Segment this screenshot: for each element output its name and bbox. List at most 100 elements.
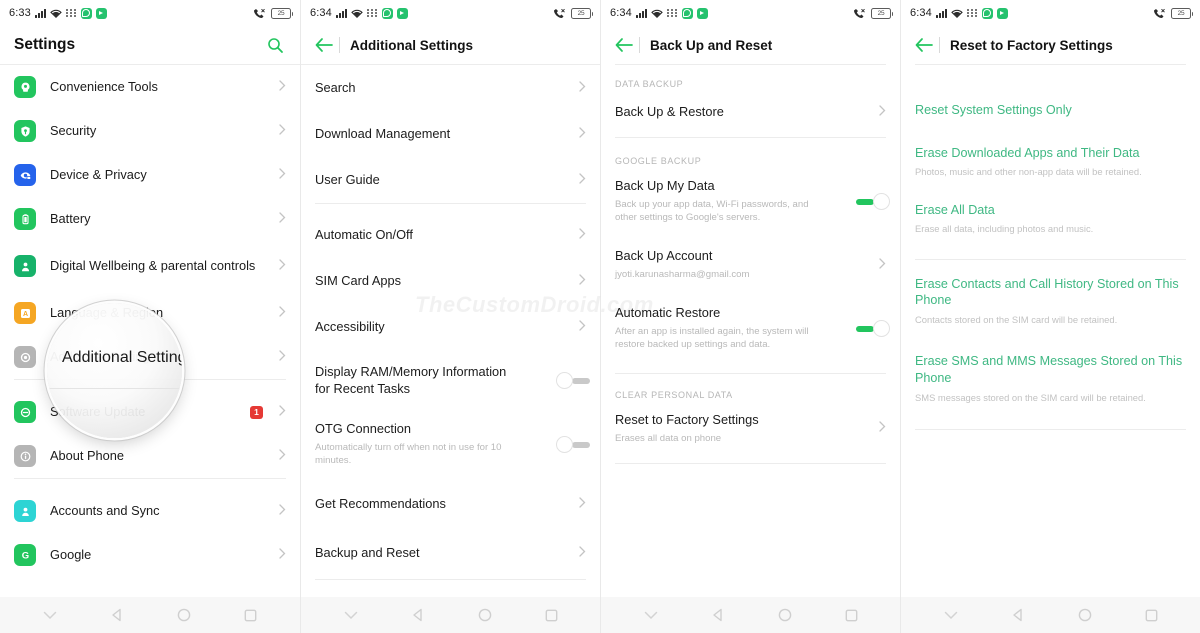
list-item-otg-connection[interactable]: OTG Connection Automatically turn off wh…	[301, 411, 600, 481]
sidebar-item-accounts-sync[interactable]: Accounts and Sync	[0, 489, 300, 533]
list-item-back-up-restore[interactable]: Back Up & Restore	[601, 95, 900, 137]
telegram-badge-icon	[996, 7, 1008, 19]
chevron-down-icon[interactable]	[944, 611, 958, 620]
chevron-down-icon[interactable]	[43, 611, 57, 620]
sidebar-item-device-privacy[interactable]: Device & Privacy	[0, 153, 300, 197]
chevron-down-icon[interactable]	[344, 611, 358, 620]
display-ram-toggle[interactable]	[556, 372, 590, 390]
status-bar-2: 6:34 25	[301, 0, 600, 26]
settings-title-bar: Settings	[0, 26, 300, 64]
list-item-get-recommendations[interactable]: Get Recommendations	[301, 481, 600, 527]
back-triangle-icon[interactable]	[110, 608, 124, 622]
list-item-backup-and-reset[interactable]: Backup and Reset	[301, 527, 600, 579]
google-icon: G	[14, 544, 36, 566]
home-circle-icon[interactable]	[177, 608, 191, 622]
list-item-sublabel: Automatically turn off when not in use f…	[315, 441, 502, 467]
option-sublabel: SMS messages stored on the SIM card will…	[915, 391, 1146, 403]
sidebar-item-security[interactable]: Security	[0, 109, 300, 153]
list-item-sublabel: After an app is installed again, the sys…	[615, 325, 809, 350]
list-item-back-up-account[interactable]: Back Up Account jyoti.karunasharma@gmail…	[601, 238, 900, 295]
option-label: Erase All Data	[915, 202, 995, 217]
whatsapp-badge-icon	[681, 7, 693, 19]
back-triangle-icon[interactable]	[1011, 608, 1025, 622]
telegram-badge-icon	[696, 7, 708, 19]
chevron-down-icon[interactable]	[644, 611, 658, 620]
sidebar-item-battery[interactable]: Battery	[0, 197, 300, 241]
chevron-right-icon	[579, 125, 586, 143]
panel-settings: 6:33 25 Settings Convenience Tools Secur…	[0, 0, 300, 633]
back-triangle-icon[interactable]	[711, 608, 725, 622]
signal-icon	[335, 8, 347, 18]
sidebar-item-software-update[interactable]: Software Update 1	[0, 390, 300, 434]
sidebar-item-language-region[interactable]: A Language & Region	[0, 291, 300, 335]
back-arrow-icon[interactable]	[913, 34, 935, 56]
option-reset-system-settings-only[interactable]: Reset System Settings Only	[901, 87, 1200, 127]
battery-icon: 25	[1171, 7, 1193, 19]
option-erase-downloaded-apps[interactable]: Erase Downloaded Apps and Their Data Pho…	[901, 127, 1200, 192]
home-circle-icon[interactable]	[778, 608, 792, 622]
dots-icon	[366, 8, 378, 18]
battery-icon: 25	[571, 7, 593, 19]
search-icon[interactable]	[264, 34, 286, 56]
option-erase-all-data[interactable]: Erase All Data Erase all data, including…	[901, 192, 1200, 249]
list-item-user-guide[interactable]: User Guide	[301, 157, 600, 203]
recents-square-icon[interactable]	[1145, 609, 1158, 622]
sidebar-item-label: Convenience Tools	[50, 78, 158, 94]
whatsapp-badge-icon	[981, 7, 993, 19]
list-item-reset-to-factory-settings[interactable]: Reset to Factory Settings Erases all dat…	[601, 406, 900, 463]
volte-call-icon	[254, 8, 265, 18]
chevron-right-icon	[579, 495, 586, 513]
back-arrow-icon[interactable]	[313, 34, 335, 56]
navigation-bar-4	[901, 597, 1200, 633]
automatic-restore-toggle[interactable]	[856, 319, 890, 337]
list-item-download-management[interactable]: Download Management	[301, 111, 600, 157]
list-item-label: Back Up & Restore	[615, 103, 724, 119]
battery-icon: 25	[871, 7, 893, 19]
sidebar-item-convenience-tools[interactable]: Convenience Tools	[0, 65, 300, 109]
volte-call-icon	[1154, 8, 1165, 18]
back-arrow-icon[interactable]	[613, 34, 635, 56]
list-item-search[interactable]: Search	[301, 65, 600, 111]
navigation-bar-2	[301, 597, 600, 633]
list-item-back-up-my-data[interactable]: Back Up My Data Back up your app data, W…	[601, 172, 900, 238]
page-title: Settings	[14, 36, 76, 53]
list-item-display-ram-memory[interactable]: Display RAM/Memory Information for Recen…	[301, 350, 600, 411]
status-bar-3: 6:34 25	[601, 0, 900, 26]
sidebar-item-google[interactable]: G Google	[0, 533, 300, 577]
recents-square-icon[interactable]	[845, 609, 858, 622]
list-item-sim-card-apps[interactable]: SIM Card Apps	[301, 258, 600, 304]
convenience-tools-icon	[14, 76, 36, 98]
list-item-accessibility[interactable]: Accessibility	[301, 304, 600, 350]
list-item-automatic-on-off[interactable]: Automatic On/Off	[301, 212, 600, 258]
home-circle-icon[interactable]	[1078, 608, 1092, 622]
sidebar-item-additional-settings[interactable]: Additional Settings	[0, 335, 300, 379]
chevron-right-icon	[279, 502, 286, 520]
chevron-right-icon	[879, 419, 886, 437]
home-circle-icon[interactable]	[478, 608, 492, 622]
otg-connection-toggle[interactable]	[556, 435, 590, 453]
svg-text:A: A	[22, 311, 27, 318]
back-triangle-icon[interactable]	[411, 608, 425, 622]
recents-square-icon[interactable]	[545, 609, 558, 622]
section-header-google-backup: GOOGLE BACKUP	[615, 156, 702, 166]
option-erase-sms-mms[interactable]: Erase SMS and MMS Messages Stored on Thi…	[901, 339, 1200, 417]
sidebar-item-digital-wellbeing[interactable]: Digital Wellbeing & parental controls	[0, 241, 300, 291]
sidebar-item-label: Device & Privacy	[50, 166, 147, 182]
security-shield-icon	[14, 120, 36, 142]
sidebar-item-about-phone[interactable]: About Phone	[0, 434, 300, 478]
option-erase-contacts-call-history[interactable]: Erase Contacts and Call History Stored o…	[901, 260, 1200, 340]
about-phone-icon	[14, 445, 36, 467]
additional-settings-title-bar: Additional Settings	[301, 26, 600, 64]
software-update-icon	[14, 401, 36, 423]
back-up-my-data-toggle[interactable]	[856, 192, 890, 210]
sidebar-item-label: Digital Wellbeing & parental controls	[50, 257, 256, 273]
wifi-icon	[651, 9, 663, 18]
recents-square-icon[interactable]	[244, 609, 257, 622]
option-sublabel: Contacts stored on the SIM card will be …	[915, 313, 1118, 325]
settings-list-group-1: Convenience Tools Security Device & Priv…	[0, 65, 300, 379]
telegram-badge-icon	[396, 7, 408, 19]
battery-icon: 25	[271, 7, 293, 19]
list-item-automatic-restore[interactable]: Automatic Restore After an app is instal…	[601, 295, 900, 365]
list-item-label: Backup and Reset	[315, 545, 420, 561]
